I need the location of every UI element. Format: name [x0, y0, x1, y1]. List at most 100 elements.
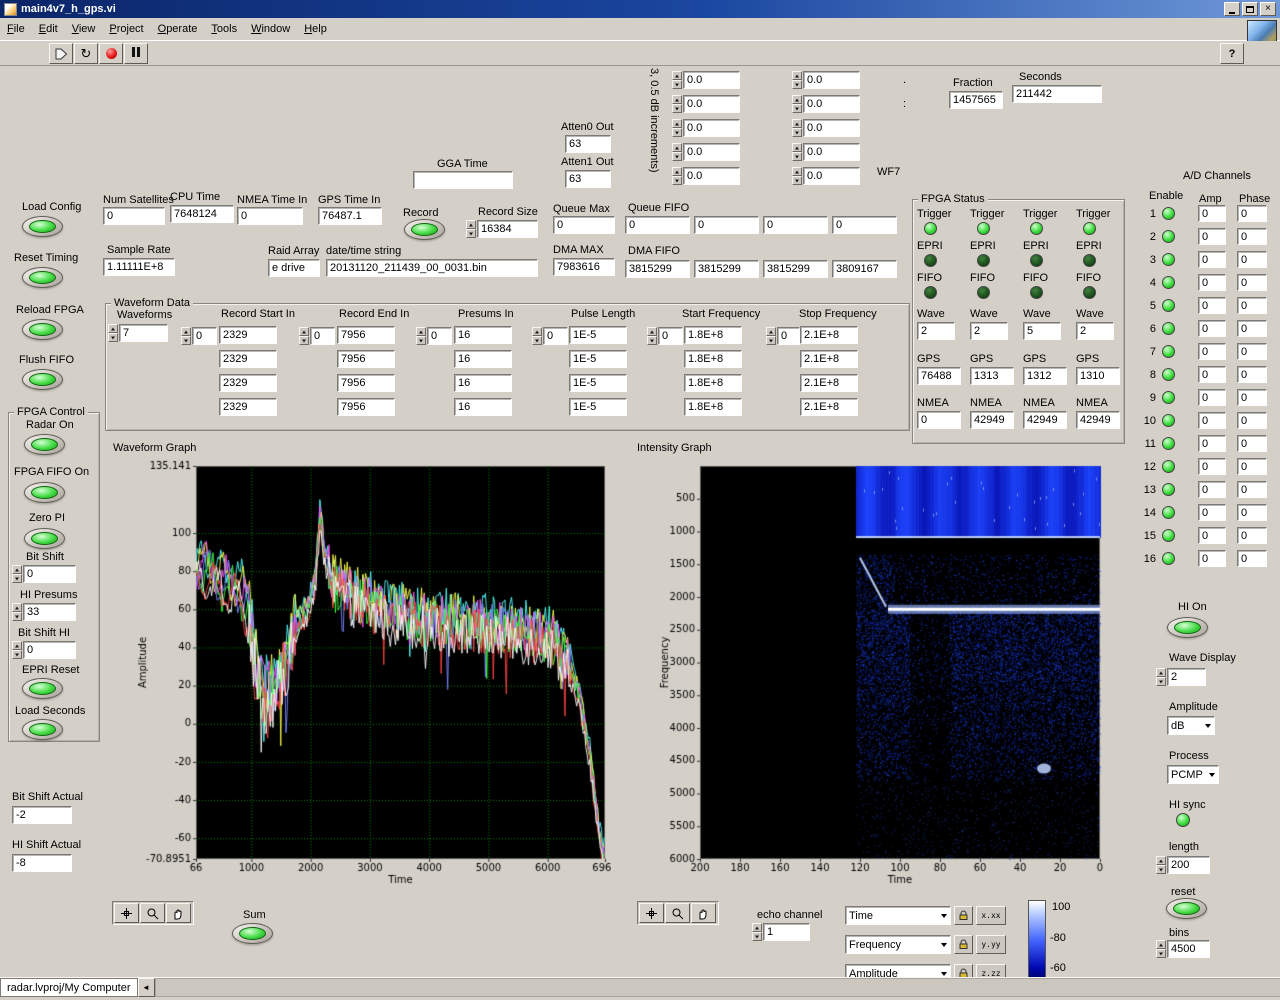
- ad-enable-led[interactable]: [1162, 391, 1175, 404]
- spin-arrows-icon[interactable]: [181, 327, 191, 345]
- spin-arrows-icon[interactable]: [672, 143, 682, 161]
- hi-presums-control[interactable]: 33: [12, 603, 76, 621]
- help-button[interactable]: ?: [1220, 43, 1244, 64]
- menu-item[interactable]: Project: [102, 20, 150, 38]
- spin-arrows-icon[interactable]: [766, 327, 776, 345]
- spin-arrows-icon[interactable]: [792, 167, 802, 185]
- project-tab[interactable]: radar.lvproj/My Computer: [0, 978, 138, 997]
- atten1-element-field[interactable]: 0.0: [803, 143, 860, 161]
- atten0-element-field[interactable]: 0.0: [683, 143, 740, 161]
- waveforms-value[interactable]: 7: [119, 324, 168, 342]
- record-size-control[interactable]: 16384: [466, 220, 538, 238]
- ad-enable-led[interactable]: [1162, 437, 1175, 450]
- run-button[interactable]: [49, 43, 73, 64]
- pulse-length-field[interactable]: 1E-5: [569, 374, 627, 392]
- ad-enable-led[interactable]: [1162, 207, 1175, 220]
- ad-phase-field[interactable]: 0: [1237, 504, 1267, 521]
- format-button[interactable]: x.xx: [976, 906, 1006, 925]
- ad-phase-field[interactable]: 0: [1237, 527, 1267, 544]
- sample-rate-field[interactable]: 1.11111E+8: [103, 258, 175, 276]
- ad-amp-field[interactable]: 0: [1198, 228, 1226, 245]
- ad-enable-led[interactable]: [1162, 552, 1175, 565]
- atten1-element-field[interactable]: 0.0: [803, 167, 860, 185]
- run-continuous-button[interactable]: ↻: [74, 43, 98, 64]
- atten1-element-field[interactable]: 0.0: [803, 95, 860, 113]
- ad-amp-field[interactable]: 0: [1198, 205, 1226, 222]
- record-start-in-field[interactable]: 2329: [219, 326, 277, 344]
- ad-enable-led[interactable]: [1162, 299, 1175, 312]
- load-seconds-button[interactable]: [22, 719, 63, 740]
- ad-enable-led[interactable]: [1162, 529, 1175, 542]
- ad-phase-field[interactable]: 0: [1237, 320, 1267, 337]
- ad-phase-field[interactable]: 0: [1237, 458, 1267, 475]
- waveforms-control[interactable]: 7: [108, 324, 168, 342]
- lock-button[interactable]: [954, 906, 973, 925]
- lock-button[interactable]: [954, 935, 973, 954]
- zoom-tool-button[interactable]: [140, 903, 165, 923]
- bit-shift-hi-value[interactable]: 0: [23, 641, 76, 659]
- ad-amp-field[interactable]: 0: [1198, 274, 1226, 291]
- spin-arrows-icon[interactable]: [12, 603, 22, 621]
- title-bar[interactable]: main4v7_h_gps.vi ×: [0, 0, 1280, 18]
- pulse-length-field[interactable]: 1E-5: [569, 326, 627, 344]
- hi-presums-value[interactable]: 33: [23, 603, 76, 621]
- atten1-element-field[interactable]: 0.0: [803, 71, 860, 89]
- reset-timing-button[interactable]: [22, 267, 63, 288]
- spin-arrows-icon[interactable]: [1156, 668, 1166, 686]
- format-button[interactable]: y.yy: [976, 935, 1006, 954]
- pan-tool-button[interactable]: [691, 903, 716, 923]
- horizontal-scrollbar[interactable]: [155, 978, 1280, 997]
- stop-frequency-field[interactable]: 2.1E+8: [800, 374, 858, 392]
- ad-enable-led[interactable]: [1162, 368, 1175, 381]
- ad-phase-field[interactable]: 0: [1237, 343, 1267, 360]
- record-end-index-value[interactable]: 0: [310, 327, 335, 345]
- spin-arrows-icon[interactable]: [12, 641, 22, 659]
- menu-item[interactable]: View: [65, 20, 103, 38]
- spin-arrows-icon[interactable]: [532, 327, 542, 345]
- minimize-button[interactable]: [1224, 2, 1240, 16]
- ad-phase-field[interactable]: 0: [1237, 228, 1267, 245]
- spin-arrows-icon[interactable]: [672, 119, 682, 137]
- cursor-tool-button[interactable]: [114, 903, 139, 923]
- ad-amp-field[interactable]: 0: [1198, 458, 1226, 475]
- presums-index-value[interactable]: 0: [427, 327, 452, 345]
- reload-fpga-button[interactable]: [22, 319, 63, 340]
- spin-arrows-icon[interactable]: [466, 220, 476, 238]
- amplitude-dropdown[interactable]: dB: [1167, 716, 1215, 735]
- ad-amp-field[interactable]: 0: [1198, 435, 1226, 452]
- record-end-in-field[interactable]: 7956: [337, 398, 395, 416]
- wave-display-control[interactable]: 2: [1156, 668, 1206, 686]
- spin-arrows-icon[interactable]: [12, 565, 22, 583]
- ad-amp-field[interactable]: 0: [1198, 550, 1226, 567]
- waveform-graph[interactable]: [108, 452, 611, 887]
- atten1-element-field[interactable]: 0.0: [803, 119, 860, 137]
- ad-amp-field[interactable]: 0: [1198, 481, 1226, 498]
- process-dropdown[interactable]: PCMP: [1167, 765, 1219, 784]
- stop-frequency-field[interactable]: 2.1E+8: [800, 350, 858, 368]
- record-start-in-field[interactable]: 2329: [219, 374, 277, 392]
- presums-in-field[interactable]: 16: [454, 398, 512, 416]
- pan-tool-button[interactable]: [166, 903, 191, 923]
- scroll-left-button[interactable]: ◄: [138, 978, 155, 997]
- bit-shift-hi-control[interactable]: 0: [12, 641, 76, 659]
- ad-phase-field[interactable]: 0: [1237, 550, 1267, 567]
- start-frequency-field[interactable]: 1.8E+8: [684, 398, 742, 416]
- start-frequency-index-control[interactable]: 0: [647, 327, 683, 345]
- ad-enable-led[interactable]: [1162, 322, 1175, 335]
- record-size-value[interactable]: 16384: [477, 220, 538, 238]
- pulse-length-index-value[interactable]: 0: [543, 327, 568, 345]
- record-end-in-field[interactable]: 7956: [337, 350, 395, 368]
- sum-button[interactable]: [232, 923, 273, 944]
- pause-button[interactable]: [124, 43, 148, 64]
- spin-arrows-icon[interactable]: [752, 923, 762, 941]
- menu-item[interactable]: Tools: [204, 20, 244, 38]
- ad-enable-led[interactable]: [1162, 506, 1175, 519]
- spin-arrows-icon[interactable]: [672, 71, 682, 89]
- ad-amp-field[interactable]: 0: [1198, 343, 1226, 360]
- record-start-index-control[interactable]: 0: [181, 327, 217, 345]
- cursor-tool-button[interactable]: [639, 903, 664, 923]
- ad-phase-field[interactable]: 0: [1237, 481, 1267, 498]
- ad-enable-led[interactable]: [1162, 460, 1175, 473]
- echo-channel-value[interactable]: 1: [763, 923, 810, 941]
- presums-in-field[interactable]: 16: [454, 326, 512, 344]
